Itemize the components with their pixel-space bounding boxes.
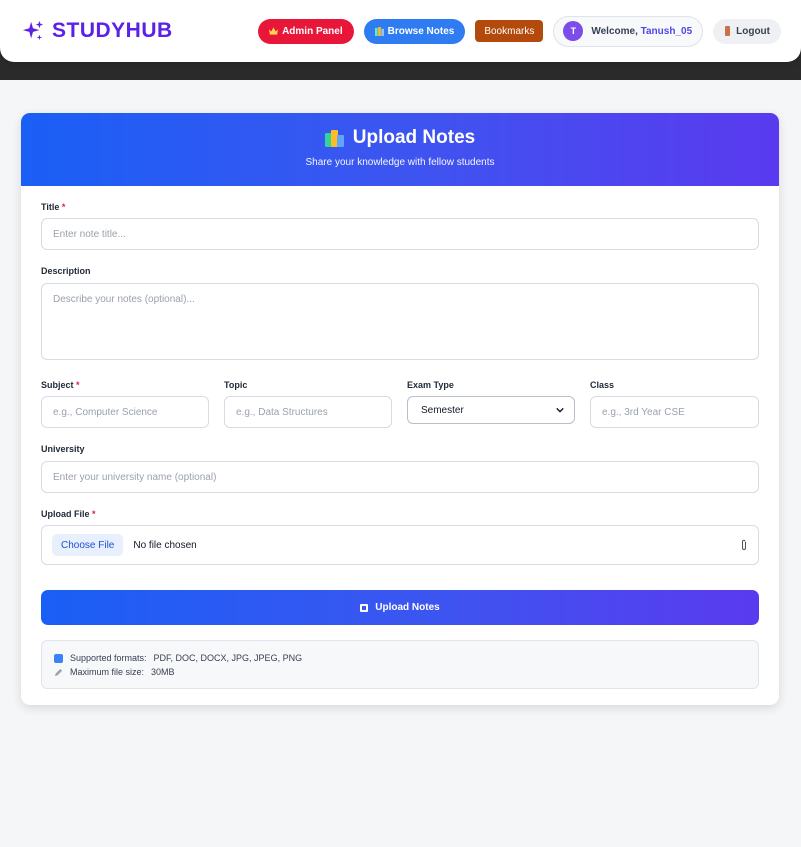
book-icon xyxy=(360,603,369,612)
subject-input[interactable]: e.g., Computer Science xyxy=(41,396,209,428)
class-label: Class xyxy=(590,380,615,390)
university-input[interactable]: Enter your university name (optional) xyxy=(41,461,759,493)
books-icon xyxy=(374,26,384,36)
university-label: University xyxy=(41,444,85,454)
pencil-icon xyxy=(54,668,63,676)
username: Tanush_05 xyxy=(640,25,693,37)
avatar: T xyxy=(563,21,584,41)
choose-file-button[interactable]: Choose File xyxy=(52,534,124,556)
exam-type-value: Semester xyxy=(421,404,464,416)
file-status: No file chosen xyxy=(133,539,197,551)
required-mark: * xyxy=(92,509,96,519)
upload-notes-label: Upload Notes xyxy=(375,602,440,613)
welcome-prefix: Welcome, xyxy=(591,25,638,37)
card-header: Upload Notes Share your knowledge with f… xyxy=(21,113,779,186)
formats-label: Supported formats: xyxy=(70,653,147,663)
upload-file-label-text: Upload File xyxy=(41,509,90,519)
page-content: Upload Notes Share your knowledge with f… xyxy=(0,80,801,847)
subject-label-text: Subject xyxy=(41,380,74,390)
topic-label: Topic xyxy=(224,380,248,390)
card-subtitle: Share your knowledge with fellow student… xyxy=(305,157,495,168)
nav-actions: Admin Panel Browse Notes Bookmarks T Wel… xyxy=(258,15,781,47)
door-icon xyxy=(725,26,731,36)
logout-button[interactable]: Logout xyxy=(713,18,781,44)
class-input[interactable]: e.g., 3rd Year CSE xyxy=(590,396,759,428)
file-upload-field[interactable]: Choose File No file chosen xyxy=(41,525,759,565)
subject-label: Subject * xyxy=(41,380,80,390)
topic-input[interactable]: e.g., Data Structures xyxy=(224,396,392,428)
navbar: STUDYHUB Admin Panel Browse Notes Bookma… xyxy=(0,0,801,62)
books-icon xyxy=(324,129,345,147)
brand-name: STUDYHUB xyxy=(52,19,173,42)
formats-value: PDF, DOC, DOCX, JPG, JPEG, PNG xyxy=(153,653,303,663)
title-label: Title * xyxy=(41,202,65,212)
brand[interactable]: STUDYHUB xyxy=(22,19,173,43)
title-label-text: Title xyxy=(41,202,60,212)
upload-card: Upload Notes Share your knowledge with f… xyxy=(21,113,779,705)
admin-panel-label: Admin Panel xyxy=(282,25,343,37)
exam-type-select[interactable]: Semester xyxy=(407,396,575,424)
browse-notes-label: Browse Notes xyxy=(387,25,455,37)
card-title: Upload Notes xyxy=(21,127,779,149)
size-row: Maximum file size: 30MB xyxy=(54,665,746,679)
exam-type-label: Exam Type xyxy=(407,380,454,390)
logout-label: Logout xyxy=(736,25,770,37)
bookmarks-button[interactable]: Bookmarks xyxy=(475,20,544,42)
required-mark: * xyxy=(61,202,66,212)
card-title-text: Upload Notes xyxy=(352,127,476,148)
upload-file-label: Upload File * xyxy=(41,509,96,519)
upload-notes-button[interactable]: Upload Notes xyxy=(41,590,759,625)
size-value: 30MB xyxy=(151,667,175,677)
size-label: Maximum file size: xyxy=(70,667,145,677)
crown-icon xyxy=(269,27,279,35)
description-textarea[interactable]: Describe your notes (optional)... xyxy=(41,283,759,360)
formats-row: Supported formats: PDF, DOC, DOCX, JPG, … xyxy=(54,651,746,665)
admin-panel-button[interactable]: Admin Panel xyxy=(258,18,354,44)
upload-info-box: Supported formats: PDF, DOC, DOCX, JPG, … xyxy=(41,640,759,689)
user-welcome-chip[interactable]: T Welcome, Tanush_05 xyxy=(553,15,704,47)
paperclip-icon xyxy=(742,539,746,550)
title-input[interactable]: Enter note title... xyxy=(41,218,759,250)
required-mark: * xyxy=(76,380,80,390)
browse-notes-button[interactable]: Browse Notes xyxy=(363,18,466,44)
welcome-text: Welcome, Tanush_05 xyxy=(591,26,692,37)
info-icon xyxy=(54,653,63,663)
description-label: Description xyxy=(41,266,91,276)
chevron-down-icon xyxy=(556,407,564,413)
sparkle-icon xyxy=(22,20,44,41)
